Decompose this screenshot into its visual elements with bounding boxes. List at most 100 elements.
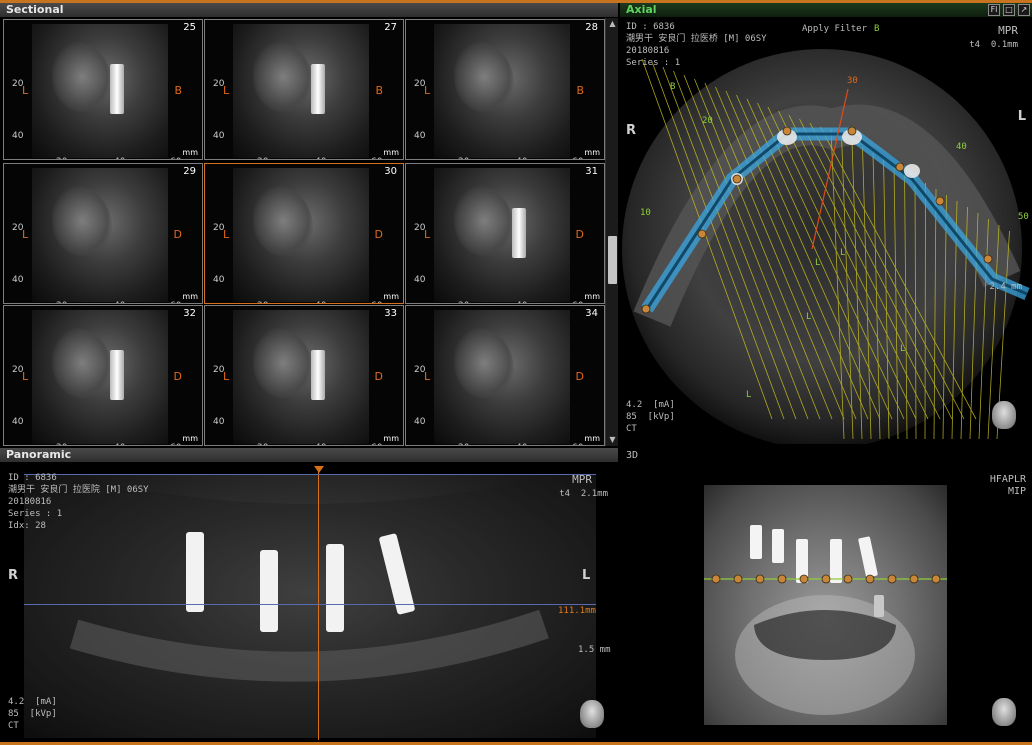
panoramic-patient-info: ID : 6836 潮男干 安良门 拉医院 [M] 06SY 20180816 … (8, 473, 149, 531)
axial-filter-label: Apply Filter (802, 24, 868, 34)
y-tick: 40 (414, 275, 426, 285)
y-tick: 40 (213, 131, 225, 141)
control-point (755, 574, 765, 584)
x-tick: 20 (56, 301, 67, 303)
unit-label: mm (383, 434, 399, 443)
y-axis-ticks: 20 40 (12, 202, 23, 303)
y-tick: 40 (414, 131, 426, 141)
x-tick: 20 (257, 301, 268, 303)
axial-mark-l4: L (900, 344, 906, 354)
x-tick: 60 (170, 443, 181, 445)
y-tick: 20 (213, 79, 225, 89)
sectional-cell[interactable]: 34LD2040204060mm (405, 305, 605, 446)
sectional-cell[interactable]: 31LD2040204060mm (405, 163, 605, 304)
sectional-cell[interactable]: 28LB2040204060mm (405, 19, 605, 160)
view3d-mode: MIP (1007, 486, 1026, 497)
x-tick: 40 (516, 301, 527, 303)
sectional-panel: Sectional 25LB2040204060mm27LB2040204060… (0, 3, 618, 446)
scroll-up-arrow-icon[interactable]: ▲ (607, 19, 618, 29)
y-axis-ticks: 20 40 (414, 202, 426, 303)
sectional-cell[interactable]: 27LB2040204060mm (204, 19, 404, 160)
panoramic-horizontal-line[interactable] (24, 604, 596, 605)
sectional-cell[interactable]: 30LD2040204060mm (204, 163, 404, 304)
axial-slice-svg (622, 49, 1030, 446)
unit-label: mm (584, 148, 600, 157)
implant-section (512, 208, 526, 258)
x-tick: 20 (257, 443, 268, 445)
axial-title: Axial (620, 3, 1032, 17)
y-tick: 40 (12, 131, 24, 141)
scroll-thumb[interactable] (608, 236, 617, 284)
implant-cross-3 (904, 164, 920, 178)
axial-side-left: L (1017, 109, 1026, 124)
unit-label: mm (182, 434, 198, 443)
x-tick: 20 (56, 443, 67, 445)
y-tick: 20 (12, 79, 24, 89)
sectional-cell[interactable]: 33LD2040204060mm (204, 305, 404, 446)
sectional-slice-image (434, 24, 570, 158)
panoramic-vertical-cursor[interactable] (318, 470, 319, 740)
unit-label: mm (182, 148, 198, 157)
implant-2 (260, 550, 278, 632)
y-tick: 40 (414, 417, 426, 427)
cursor-handle-icon[interactable] (314, 466, 324, 473)
head-orientation-icon[interactable] (992, 698, 1016, 726)
head-orientation-icon[interactable] (580, 700, 604, 728)
side-label-right: D (374, 370, 383, 383)
x-tick: 60 (170, 157, 181, 159)
control-point (799, 574, 809, 584)
sectional-title: Sectional (0, 3, 618, 17)
slice-number: 33 (384, 308, 397, 319)
sectional-scrollbar[interactable]: ▲ ▼ (605, 18, 618, 446)
side-label-right: B (174, 84, 182, 97)
control-point (732, 174, 742, 184)
axial-patient-info: ID : 6836 潮男干 安良门 拉医桥 [M] 06SY 20180816 … (626, 22, 767, 68)
view3d-image[interactable] (704, 485, 947, 725)
panoramic-mode: MPR (572, 473, 592, 486)
implant-section (110, 350, 124, 400)
control-point (865, 574, 875, 584)
fullscreen-button[interactable]: Fl (988, 4, 1000, 16)
y-axis-ticks: 20 40 (213, 58, 225, 159)
view3d-orientation: HFAPLR (989, 474, 1026, 485)
sectional-cell[interactable]: 25LB2040204060mm (3, 19, 203, 160)
x-tick: 60 (371, 443, 382, 445)
sectional-cell[interactable]: 29LD2040204060mm (3, 163, 203, 304)
slice-number: 25 (183, 22, 196, 33)
y-axis-ticks: 20 40 (213, 344, 224, 445)
y-tick: 20 (414, 223, 426, 233)
sectional-slice-image (434, 310, 570, 444)
expand-button[interactable]: ↗ (1018, 4, 1030, 16)
unit-label: mm (584, 434, 600, 443)
slice-number: 29 (183, 166, 196, 177)
layout-button[interactable]: □ (1003, 4, 1015, 16)
slice-number: 28 (585, 22, 598, 33)
panoramic-panel[interactable]: Panoramic ID : 6836 潮男干 安良门 拉医院 [M] 06SY… (0, 448, 618, 742)
sectional-slice-image (233, 24, 369, 158)
panoramic-scale: 1.5 mm (578, 645, 611, 655)
view3d-panel[interactable]: 3D HFAPLR MIP (620, 448, 1032, 742)
y-axis-ticks: 20 40 (213, 202, 224, 303)
head-orientation-icon[interactable] (992, 401, 1016, 429)
axial-mark-20: 20 (702, 116, 713, 126)
control-point (895, 162, 905, 172)
axial-view-image[interactable]: ID : 6836 潮男干 安良门 拉医桥 [M] 06SY 20180816 … (622, 19, 1030, 446)
x-tick: 60 (572, 157, 583, 159)
y-axis-ticks: 20 40 (414, 344, 426, 445)
control-point (641, 304, 651, 314)
implant-3 (326, 544, 344, 632)
scroll-down-arrow-icon[interactable]: ▼ (607, 435, 618, 445)
implant-section (311, 64, 325, 114)
view3d-title: 3D (626, 450, 639, 461)
control-point (909, 574, 919, 584)
x-tick: 20 (458, 443, 469, 445)
y-axis-ticks: 20 40 (12, 344, 23, 445)
x-tick: 20 (56, 157, 67, 159)
control-point (711, 574, 721, 584)
guide-line (924, 182, 926, 440)
panoramic-thickness: t4 2.1mm (559, 489, 608, 499)
axial-panel[interactable]: Axial Fl □ ↗ ID: 6836 潮男干 安良门 拉医桥 [M] 0… (620, 3, 1032, 446)
sectional-cell[interactable]: 32LD2040204060mm (3, 305, 203, 446)
control-point (697, 229, 707, 239)
x-tick: 60 (371, 301, 382, 303)
